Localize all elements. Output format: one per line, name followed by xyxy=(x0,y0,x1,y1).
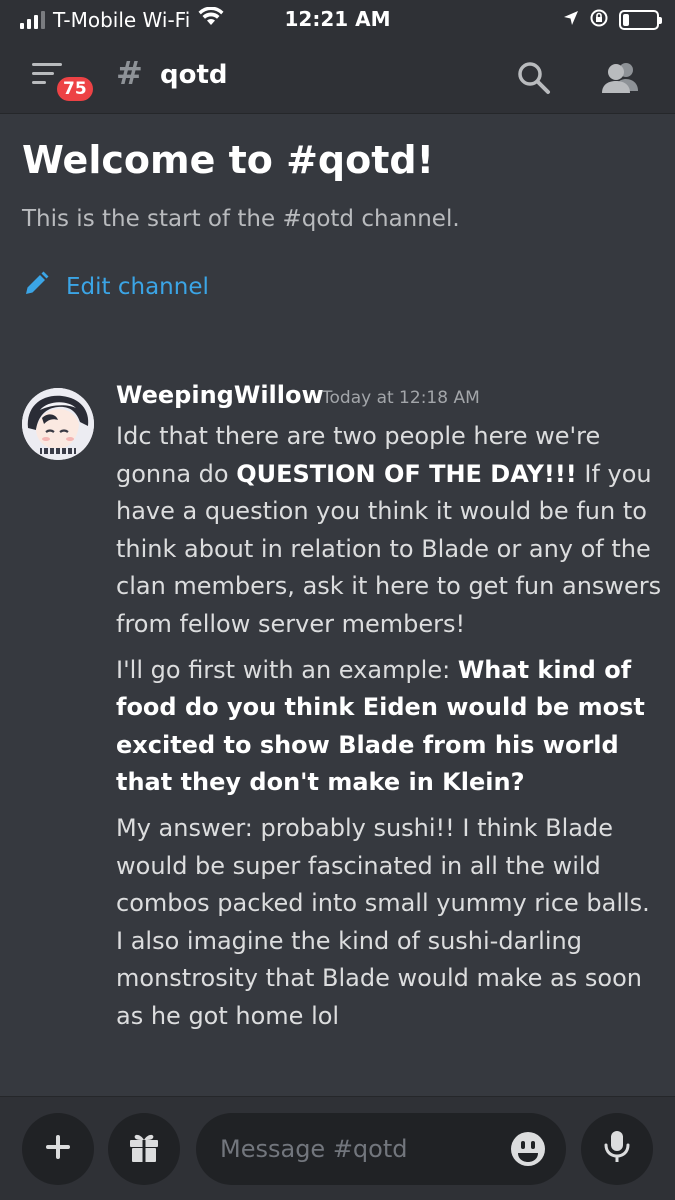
edit-channel-link[interactable]: Edit channel xyxy=(22,270,209,304)
plus-icon xyxy=(43,1132,73,1166)
message-body: Idc that there are two people here we're… xyxy=(116,418,664,1044)
attach-button[interactable] xyxy=(22,1113,94,1185)
emoji-button[interactable] xyxy=(508,1129,548,1169)
message-paragraph: Idc that there are two people here we're… xyxy=(116,418,664,644)
unread-badge: 75 xyxy=(54,74,96,104)
welcome-title: Welcome to #qotd! xyxy=(22,138,434,182)
voice-message-button[interactable] xyxy=(581,1113,653,1185)
message-paragraph: I'll go first with an example: What kind… xyxy=(116,652,664,802)
message-text: I'll go first with an example: xyxy=(116,655,458,684)
channel-title[interactable]: qotd xyxy=(160,60,228,90)
welcome-subtitle: This is the start of the #qotd channel. xyxy=(22,206,460,232)
battery-icon xyxy=(619,10,662,30)
channel-header: 75 # qotd xyxy=(0,40,675,114)
edit-channel-label: Edit channel xyxy=(66,274,209,300)
location-arrow-icon xyxy=(563,10,579,30)
members-icon xyxy=(598,63,642,102)
search-button[interactable] xyxy=(514,58,554,98)
message-text: My answer: probably sushi!! I think Blad… xyxy=(116,813,650,1030)
emoji-icon xyxy=(508,1132,548,1173)
pencil-icon xyxy=(22,270,50,304)
avatar[interactable] xyxy=(22,388,94,460)
gift-button[interactable] xyxy=(108,1113,180,1185)
battery-level xyxy=(623,14,630,26)
message-paragraph: My answer: probably sushi!! I think Blad… xyxy=(116,810,664,1036)
message-input[interactable] xyxy=(220,1127,490,1171)
channel-hash-icon: # xyxy=(116,54,143,92)
status-bar: T-Mobile Wi-Fi 12:21 AM xyxy=(0,0,675,40)
message-author[interactable]: WeepingWillow xyxy=(116,381,324,409)
message-composer xyxy=(0,1096,675,1200)
message-timestamp: Today at 12:18 AM xyxy=(322,388,480,408)
microphone-icon xyxy=(602,1129,632,1169)
status-right xyxy=(563,8,662,32)
gift-icon xyxy=(126,1129,162,1169)
message-input-box[interactable] xyxy=(196,1113,566,1185)
members-button[interactable] xyxy=(598,58,642,98)
message-bold-text: QUESTION OF THE DAY!!! xyxy=(236,459,577,488)
search-icon xyxy=(514,62,554,102)
orientation-lock-icon xyxy=(589,8,609,32)
channel-list-button[interactable]: 75 xyxy=(30,58,96,104)
